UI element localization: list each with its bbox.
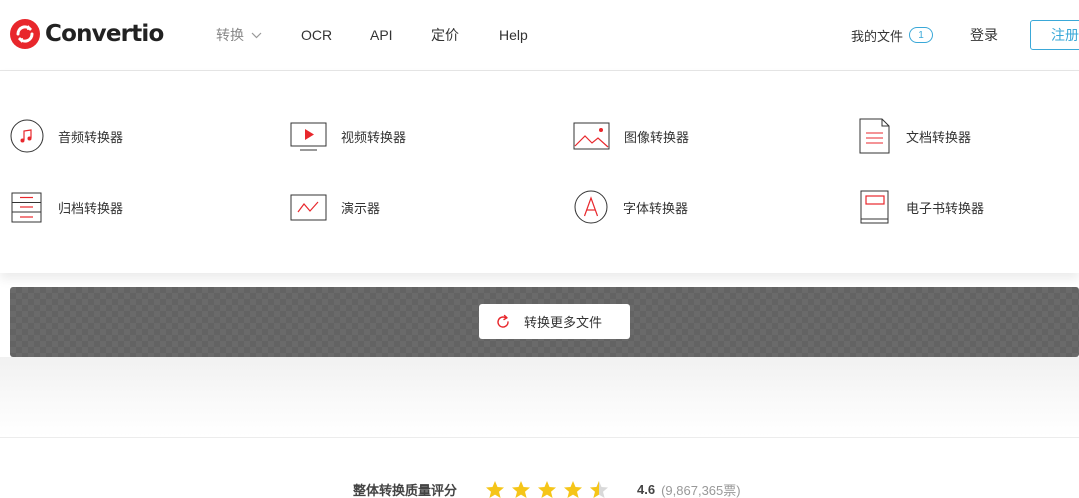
my-files-label: 我的文件 — [851, 28, 904, 44]
section-divider — [0, 437, 1079, 438]
brand-name: Convertio — [45, 21, 164, 47]
files-count-badge: 1 — [909, 27, 934, 43]
converter-ebook[interactable]: 电子书转换器 — [858, 187, 984, 227]
star-icon[interactable] — [537, 480, 557, 498]
logo-icon — [10, 19, 40, 49]
converter-video[interactable]: 视频转换器 — [290, 116, 406, 156]
converter-label: 图像转换器 — [624, 129, 690, 145]
nav-ocr[interactable]: OCR — [301, 0, 332, 70]
archive-icon — [11, 192, 42, 223]
refresh-icon — [497, 314, 509, 328]
nav-convert-label: 转换 — [216, 27, 244, 43]
converter-label: 演示器 — [341, 200, 381, 216]
star-icon[interactable] — [485, 480, 505, 498]
audio-icon — [10, 119, 44, 153]
converter-audio[interactable]: 音频转换器 — [10, 116, 123, 156]
converter-font[interactable]: 字体转换器 — [573, 187, 688, 227]
converter-archive[interactable]: 归档转换器 — [10, 187, 123, 227]
document-icon — [859, 118, 890, 154]
converter-label: 视频转换器 — [341, 129, 407, 145]
convert-more-label: 转换更多文件 — [524, 315, 603, 330]
font-icon — [574, 190, 608, 224]
converter-presentation[interactable]: 演示器 — [290, 187, 380, 227]
rating-votes: (9,867,365票) — [661, 482, 741, 498]
converter-label: 电子书转换器 — [906, 200, 985, 216]
star-icon[interactable] — [511, 480, 531, 498]
video-icon — [290, 122, 327, 151]
convert-more-button[interactable]: 转换更多文件 — [479, 304, 630, 339]
quality-rating: 整体转换质量评分 4.6 (9,867,365票) — [353, 478, 741, 498]
chevron-down-icon — [251, 32, 262, 38]
converter-document[interactable]: 文档转换器 — [858, 116, 971, 156]
star-half-icon[interactable] — [589, 480, 609, 498]
rating-stars[interactable] — [485, 480, 615, 498]
signup-button[interactable]: 注册 — [1030, 20, 1079, 50]
rating-label: 整体转换质量评分 — [353, 482, 458, 498]
converter-image[interactable]: 图像转换器 — [573, 116, 689, 156]
logo[interactable]: Convertio — [10, 19, 164, 49]
section-shadow — [0, 357, 1079, 437]
rating-score: 4.6 — [637, 481, 656, 497]
ebook-icon — [860, 190, 889, 224]
nav-pricing[interactable]: 定价 — [431, 0, 459, 70]
nav-convert[interactable]: 转换 — [216, 0, 262, 70]
presentation-icon — [290, 194, 327, 221]
converter-label: 音频转换器 — [58, 129, 124, 145]
login-link[interactable]: 登录 — [970, 0, 998, 70]
converter-label: 归档转换器 — [58, 200, 124, 216]
star-icon[interactable] — [563, 480, 583, 498]
image-icon — [573, 122, 610, 150]
converter-label: 文档转换器 — [906, 129, 972, 145]
nav-help[interactable]: Help — [499, 0, 528, 70]
nav-api[interactable]: API — [370, 0, 393, 70]
my-files-link[interactable]: 我的文件 1 — [851, 0, 934, 70]
converter-label: 字体转换器 — [623, 200, 689, 216]
top-header: Convertio 转换 OCR API 定价 Help 我的文件 1 登录 注… — [0, 0, 1079, 71]
converter-dropdown: 音频转换器 视频转换器 图像转换器 文档转换器 归档转换器 演示器 字体转换器 … — [0, 71, 1079, 273]
